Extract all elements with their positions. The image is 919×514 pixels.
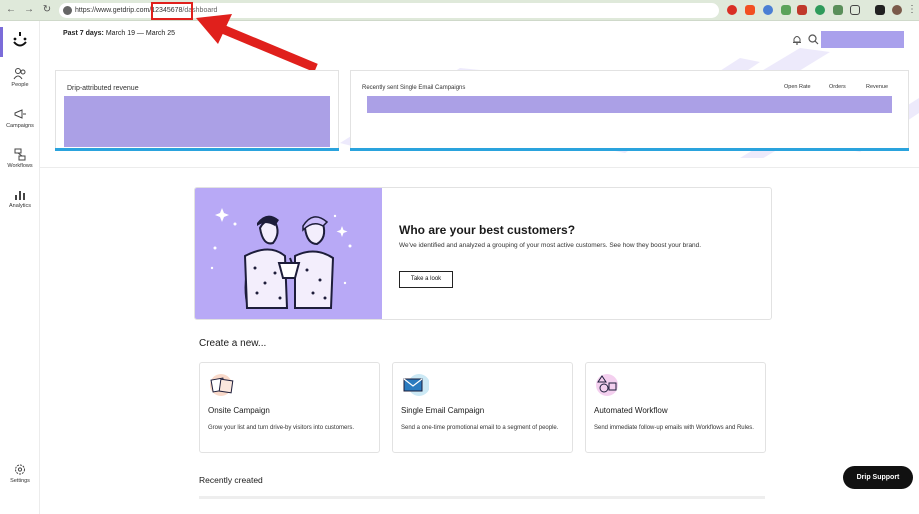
left-sidebar: People Campaigns Workflows Analytics Set… xyxy=(0,21,40,514)
recent-campaigns-title: Recently sent Single Email Campaigns xyxy=(362,85,466,91)
sidebar-item-label: Analytics xyxy=(8,203,31,209)
recent-campaigns-widget: Recently sent Single Email Campaigns Ope… xyxy=(350,70,909,151)
profile-avatar[interactable] xyxy=(892,5,902,15)
reload-icon[interactable]: ↻ xyxy=(40,3,54,17)
recently-created-list xyxy=(199,496,765,499)
sidebar-item-label: Settings xyxy=(10,478,30,484)
sidebar-item-settings[interactable]: Settings xyxy=(0,463,40,484)
column-open-rate[interactable]: Open Rate xyxy=(784,84,811,90)
people-icon xyxy=(13,68,26,80)
extension-d-icon[interactable] xyxy=(763,5,773,15)
browser-toolbar: ← → ↻ https://www.getdrip.com/12345678/d… xyxy=(0,0,919,21)
section-divider xyxy=(40,167,919,168)
promo-illustration xyxy=(195,188,382,319)
extension-leaf-icon[interactable] xyxy=(781,5,791,15)
sidebar-item-label: Workflows xyxy=(7,163,33,169)
column-orders[interactable]: Orders xyxy=(829,84,846,90)
card-description: Grow your list and turn drive-by visitor… xyxy=(208,425,355,431)
card-description: Send immediate follow-up emails with Wor… xyxy=(594,425,754,431)
take-a-look-button[interactable]: Take a look xyxy=(399,271,453,288)
revenue-widget: Drip-attributed revenue xyxy=(55,70,339,151)
extension-key-icon[interactable] xyxy=(833,5,843,15)
menu-kebab-icon[interactable]: ⋮ xyxy=(905,3,919,17)
sidebar-item-analytics[interactable]: Analytics xyxy=(0,188,40,209)
back-icon[interactable]: ← xyxy=(4,3,18,17)
recently-created-heading: Recently created xyxy=(199,475,263,485)
create-single-email-campaign-card[interactable]: Single Email Campaign Send a one-time pr… xyxy=(392,362,573,453)
drip-logo[interactable] xyxy=(0,25,40,57)
drip-logo-icon xyxy=(13,32,27,47)
search-icon[interactable] xyxy=(808,34,819,45)
card-title: Onsite Campaign xyxy=(208,406,270,415)
envelope-icon xyxy=(403,374,429,396)
date-range-label: Past 7 days: xyxy=(63,30,104,37)
campaigns-redacted-row xyxy=(367,96,892,113)
widget-accent-bar xyxy=(55,148,339,151)
promo-description: We've identified and analyzed a grouping… xyxy=(399,242,702,249)
workflow-shapes-icon xyxy=(596,374,618,396)
extension-a-icon[interactable] xyxy=(745,5,755,15)
extensions-puzzle-icon[interactable] xyxy=(850,5,860,15)
drip-support-button[interactable]: Drip Support xyxy=(843,466,913,489)
create-new-heading: Create a new... xyxy=(199,338,267,349)
extension-badge-icon[interactable] xyxy=(797,5,807,15)
extension-circle-icon[interactable] xyxy=(815,5,825,15)
site-info-icon[interactable] xyxy=(63,6,72,15)
card-title: Single Email Campaign xyxy=(401,406,485,415)
sidepanel-icon[interactable] xyxy=(875,5,885,15)
date-range-value: March 19 — March 25 xyxy=(105,30,176,37)
revenue-widget-title: Drip-attributed revenue xyxy=(67,85,139,92)
revenue-redacted-area xyxy=(64,96,330,147)
active-indicator xyxy=(0,27,3,57)
create-automated-workflow-card[interactable]: Automated Workflow Send immediate follow… xyxy=(585,362,766,453)
chart-icon xyxy=(15,191,25,200)
account-menu-redacted[interactable] xyxy=(821,31,904,48)
sidebar-item-label: People xyxy=(11,82,29,88)
card-description: Send a one-time promotional email to a s… xyxy=(401,425,559,431)
url-id-highlight-box xyxy=(151,2,193,20)
promo-title: Who are your best customers? xyxy=(399,223,576,237)
workflow-icon xyxy=(14,148,26,161)
onsite-campaign-icon xyxy=(210,374,234,396)
create-onsite-campaign-card[interactable]: Onsite Campaign Grow your list and turn … xyxy=(199,362,380,453)
forward-icon[interactable]: → xyxy=(22,3,36,17)
bell-icon[interactable] xyxy=(792,34,802,45)
card-title: Automated Workflow xyxy=(594,406,668,415)
sidebar-item-campaigns[interactable]: Campaigns xyxy=(0,108,40,129)
extension-opera-icon[interactable] xyxy=(727,5,737,15)
sidebar-item-workflows[interactable]: Workflows xyxy=(0,148,40,169)
best-customers-promo: Who are your best customers? We've ident… xyxy=(194,187,772,320)
column-revenue[interactable]: Revenue xyxy=(866,84,888,90)
url-prefix: https://www.getdrip.com/ xyxy=(75,7,152,14)
megaphone-icon xyxy=(14,109,26,119)
date-range[interactable]: Past 7 days: March 19 — March 25 xyxy=(63,30,175,37)
widget-accent-bar xyxy=(350,148,909,151)
gear-icon xyxy=(15,464,25,475)
sidebar-item-people[interactable]: People xyxy=(0,67,40,88)
sidebar-item-label: Campaigns xyxy=(6,123,34,129)
